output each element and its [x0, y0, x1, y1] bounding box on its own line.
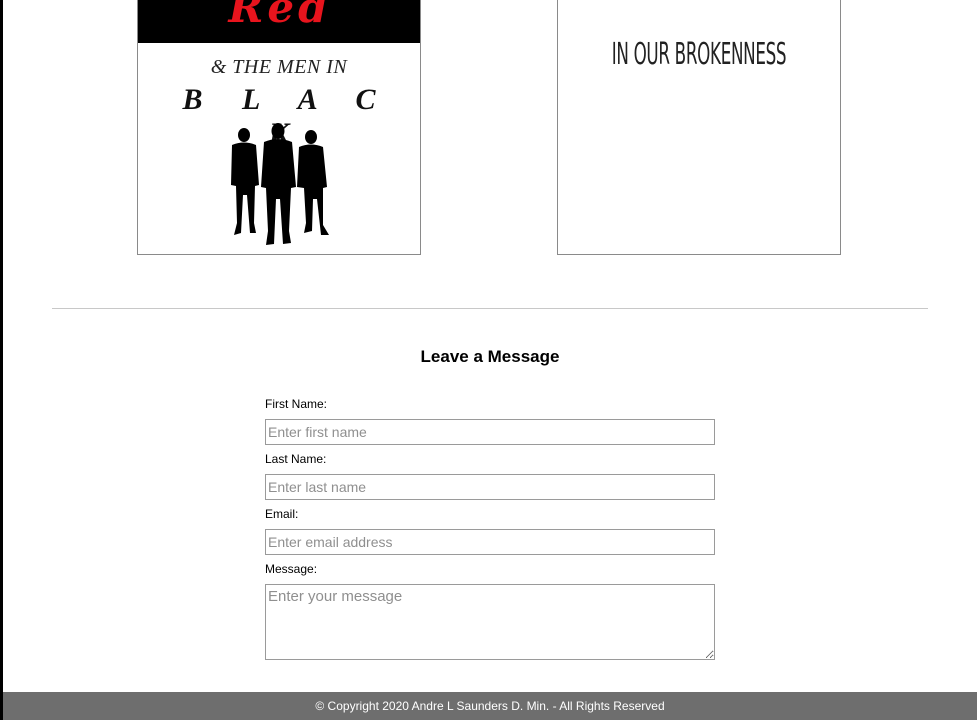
email-label: Email:	[265, 507, 299, 521]
three-men-silhouette-icon	[231, 123, 329, 245]
last-name-label: Last Name:	[265, 452, 327, 466]
cover-title-red: Red	[228, 0, 332, 32]
footer: © Copyright 2020 Andre L Saunders D. Min…	[3, 692, 977, 720]
email-input[interactable]	[265, 529, 715, 555]
book-cover-in-our-brokenness[interactable]: IN OUR BROKENNESS	[557, 0, 841, 255]
first-name-input[interactable]	[265, 419, 715, 445]
cover-title-band: Red	[138, 0, 420, 43]
first-name-label: First Name:	[265, 397, 328, 411]
page: Red & THE MEN IN B L A C K IN OUR BROKEN…	[0, 0, 977, 720]
form-title: Leave a Message	[420, 347, 560, 366]
book-cover-red-and-the-men-in-black[interactable]: Red & THE MEN IN B L A C K	[137, 0, 421, 255]
message-label: Message:	[265, 562, 318, 576]
cover-title-in-our-brokenness: IN OUR BROKENNESS	[611, 37, 787, 72]
last-name-input[interactable]	[265, 474, 715, 500]
cover-title-men-in: & THE MEN IN	[210, 56, 348, 78]
copyright-text: © Copyright 2020 Andre L Saunders D. Min…	[315, 699, 665, 713]
contact-form: First Name: Last Name: Email: Message:	[265, 396, 715, 660]
section-divider	[52, 308, 928, 309]
message-textarea[interactable]	[265, 584, 715, 660]
